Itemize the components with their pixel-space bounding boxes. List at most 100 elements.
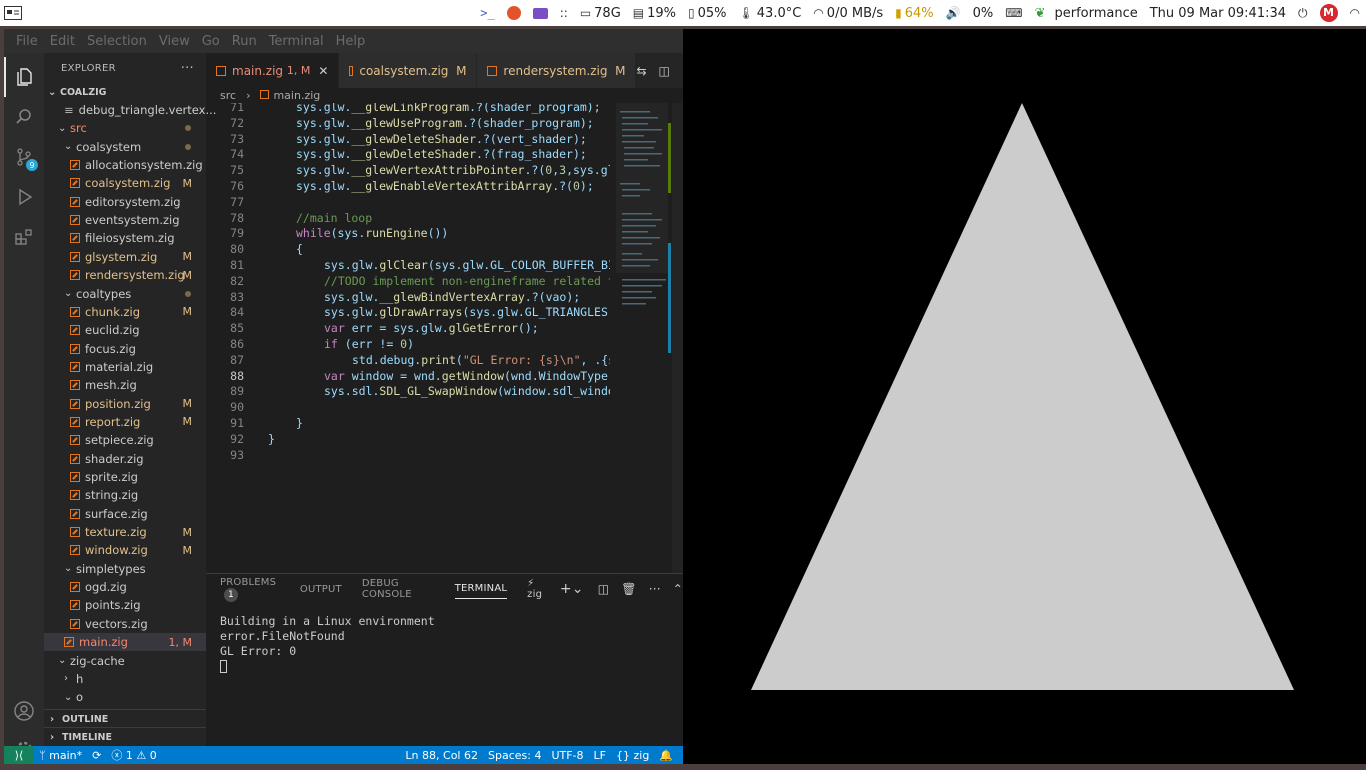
compare-changes-icon[interactable]: ⇆ (636, 64, 646, 78)
branch-indicator[interactable]: ᛘ main* (34, 749, 87, 762)
close-icon[interactable]: ✕ (318, 64, 328, 78)
tree-item[interactable]: ⌄ o (44, 688, 206, 706)
tree-item[interactable]: ≡ debug_triangle.vertex... (44, 101, 216, 119)
tree-item[interactable]: surface.zig (44, 505, 206, 523)
menu-run[interactable]: Run (226, 34, 263, 49)
indentation[interactable]: Spaces: 4 (483, 749, 546, 762)
problems-indicator[interactable]: ⓧ 1 ⚠ 0 (106, 747, 161, 763)
tab-debug-console[interactable]: DEBUG CONSOLE (362, 578, 435, 600)
account-icon[interactable] (4, 691, 44, 731)
more-actions-icon[interactable]: ··· (649, 582, 661, 596)
tree-item[interactable]: editorsystem.zig (44, 193, 206, 211)
tree-item[interactable]: position.zig M (44, 395, 206, 413)
explorer-more-icon[interactable]: ··· (181, 61, 194, 76)
tab-terminal[interactable]: TERMINAL (454, 583, 508, 599)
split-terminal-icon[interactable]: ◫ (598, 582, 610, 596)
tree-item[interactable]: focus.zig (44, 340, 206, 358)
terminal-launcher-icon[interactable]: >_ (474, 0, 500, 26)
clock[interactable]: Thu 09 Mar 09:41:34 (1144, 0, 1292, 26)
tree-item-label: h (76, 671, 84, 686)
line-number: 81 (230, 258, 244, 272)
tree-item[interactable]: chunk.zig M (44, 303, 206, 321)
tree-item[interactable]: texture.zig M (44, 523, 206, 541)
app-menu-icon[interactable] (0, 0, 26, 26)
tree-item[interactable]: sprite.zig (44, 468, 206, 486)
tree-item[interactable]: material.zig (44, 358, 206, 376)
minimap[interactable] (612, 103, 672, 573)
terminal-output[interactable]: Building in a Linux environment error.Fi… (206, 604, 683, 673)
zig-file-icon (349, 65, 354, 76)
encoding[interactable]: UTF-8 (546, 749, 588, 762)
code-editor[interactable]: 71 sys.glw.__glewLinkProgram.?(shader_pro… (206, 103, 610, 573)
extensions-icon[interactable] (4, 217, 44, 257)
menu-edit[interactable]: Edit (44, 34, 81, 49)
tree-item[interactable]: coalsystem.zig M (44, 174, 206, 192)
tree-item[interactable]: setpiece.zig (44, 431, 206, 449)
workspace-root[interactable]: ⌄ COALZIG (44, 83, 206, 101)
cursor-position[interactable]: Ln 88, Col 62 (400, 749, 483, 762)
menu-terminal[interactable]: Terminal (263, 34, 330, 49)
keyboard-icon[interactable]: ⌨ (999, 0, 1028, 26)
tree-item[interactable]: main.zig 1, M (44, 633, 206, 652)
source-control-icon[interactable]: 9 (4, 137, 44, 177)
editor-scrollbar[interactable] (672, 103, 683, 573)
files-icon[interactable] (527, 0, 554, 26)
battery-indicator[interactable]: ▮ 64% (889, 0, 940, 26)
workspaces-icon[interactable]: :: (554, 0, 574, 26)
tab-problems[interactable]: PROBLEMS1 (220, 577, 280, 602)
menu-file[interactable]: File (10, 34, 44, 49)
tree-item[interactable]: euclid.zig (44, 321, 206, 339)
language-mode[interactable]: {} zig (611, 749, 654, 762)
tree-item[interactable]: ⌄ coaltypes (44, 285, 206, 303)
menu-view[interactable]: View (153, 34, 196, 49)
tree-item[interactable]: ⌄ zig-cache (44, 652, 206, 670)
terminal-shell-selector[interactable]: ⚡ zig (527, 578, 548, 600)
tree-item[interactable]: allocationsystem.zig (44, 156, 206, 174)
tree-item[interactable]: shader.zig (44, 450, 206, 468)
notifications-icon[interactable]: 🔔 (654, 749, 683, 762)
tree-item[interactable]: string.zig (44, 486, 206, 504)
menu-selection[interactable]: Selection (81, 34, 153, 49)
end-of-line[interactable]: LF (589, 749, 611, 762)
explorer-icon[interactable] (4, 57, 44, 97)
tree-item[interactable]: ⌄ src (44, 119, 206, 137)
tree-item[interactable]: report.zig M (44, 413, 206, 431)
tree-item[interactable]: rendersystem.zig M (44, 266, 206, 284)
tab-coalsystem-zig[interactable]: coalsystem.zig M (339, 53, 478, 88)
tab-rendersystem-zig[interactable]: rendersystem.zig M (477, 53, 637, 88)
power-profile-indicator[interactable]: ❦ performance (1029, 0, 1144, 26)
new-terminal-icon[interactable]: +⌄ (560, 581, 584, 597)
volume-indicator[interactable]: 🔊 (940, 0, 967, 26)
tree-item[interactable]: ⌄ coalsystem (44, 138, 206, 156)
tab-main-zig[interactable]: main.zig 1, M ✕ (206, 53, 340, 88)
outline-section[interactable]: › OUTLINE (44, 709, 206, 728)
wifi-tray-icon[interactable]: ◠ (1344, 0, 1366, 26)
split-editor-icon[interactable]: ◫ (659, 64, 670, 78)
sync-icon[interactable]: ⟳ (87, 749, 106, 762)
breadcrumb-folder[interactable]: src (220, 89, 236, 102)
power-icon[interactable]: ⏻ (1292, 0, 1314, 26)
tree-item[interactable]: eventsystem.zig (44, 211, 206, 229)
tree-item[interactable]: mesh.zig (44, 376, 206, 394)
tab-output[interactable]: OUTPUT (300, 584, 342, 595)
breadcrumb-file[interactable]: main.zig (260, 89, 320, 102)
run-debug-icon[interactable] (4, 177, 44, 217)
trash-icon[interactable]: 🗑 (621, 582, 636, 596)
tree-item[interactable]: vectors.zig (44, 615, 206, 633)
remote-icon[interactable]: ⟩⟨ (4, 746, 34, 764)
tree-item[interactable]: ⌄ simpletypes (44, 560, 206, 578)
tree-item[interactable]: window.zig M (44, 541, 206, 559)
tree-item[interactable]: › h (44, 670, 206, 688)
opengl-render-window[interactable] (683, 29, 1366, 764)
mega-icon[interactable]: M (1314, 0, 1344, 26)
menu-go[interactable]: Go (196, 34, 226, 49)
tree-item[interactable]: points.zig (44, 596, 206, 614)
firefox-icon[interactable] (501, 0, 527, 26)
timeline-section[interactable]: › TIMELINE (44, 727, 206, 746)
chevron-up-icon[interactable]: ⌃ (673, 582, 683, 596)
tree-item[interactable]: glsystem.zig M (44, 248, 206, 266)
tree-item[interactable]: ogd.zig (44, 578, 206, 596)
menu-help[interactable]: Help (330, 34, 372, 49)
search-icon[interactable] (4, 97, 44, 137)
tree-item[interactable]: fileiosystem.zig (44, 229, 206, 247)
